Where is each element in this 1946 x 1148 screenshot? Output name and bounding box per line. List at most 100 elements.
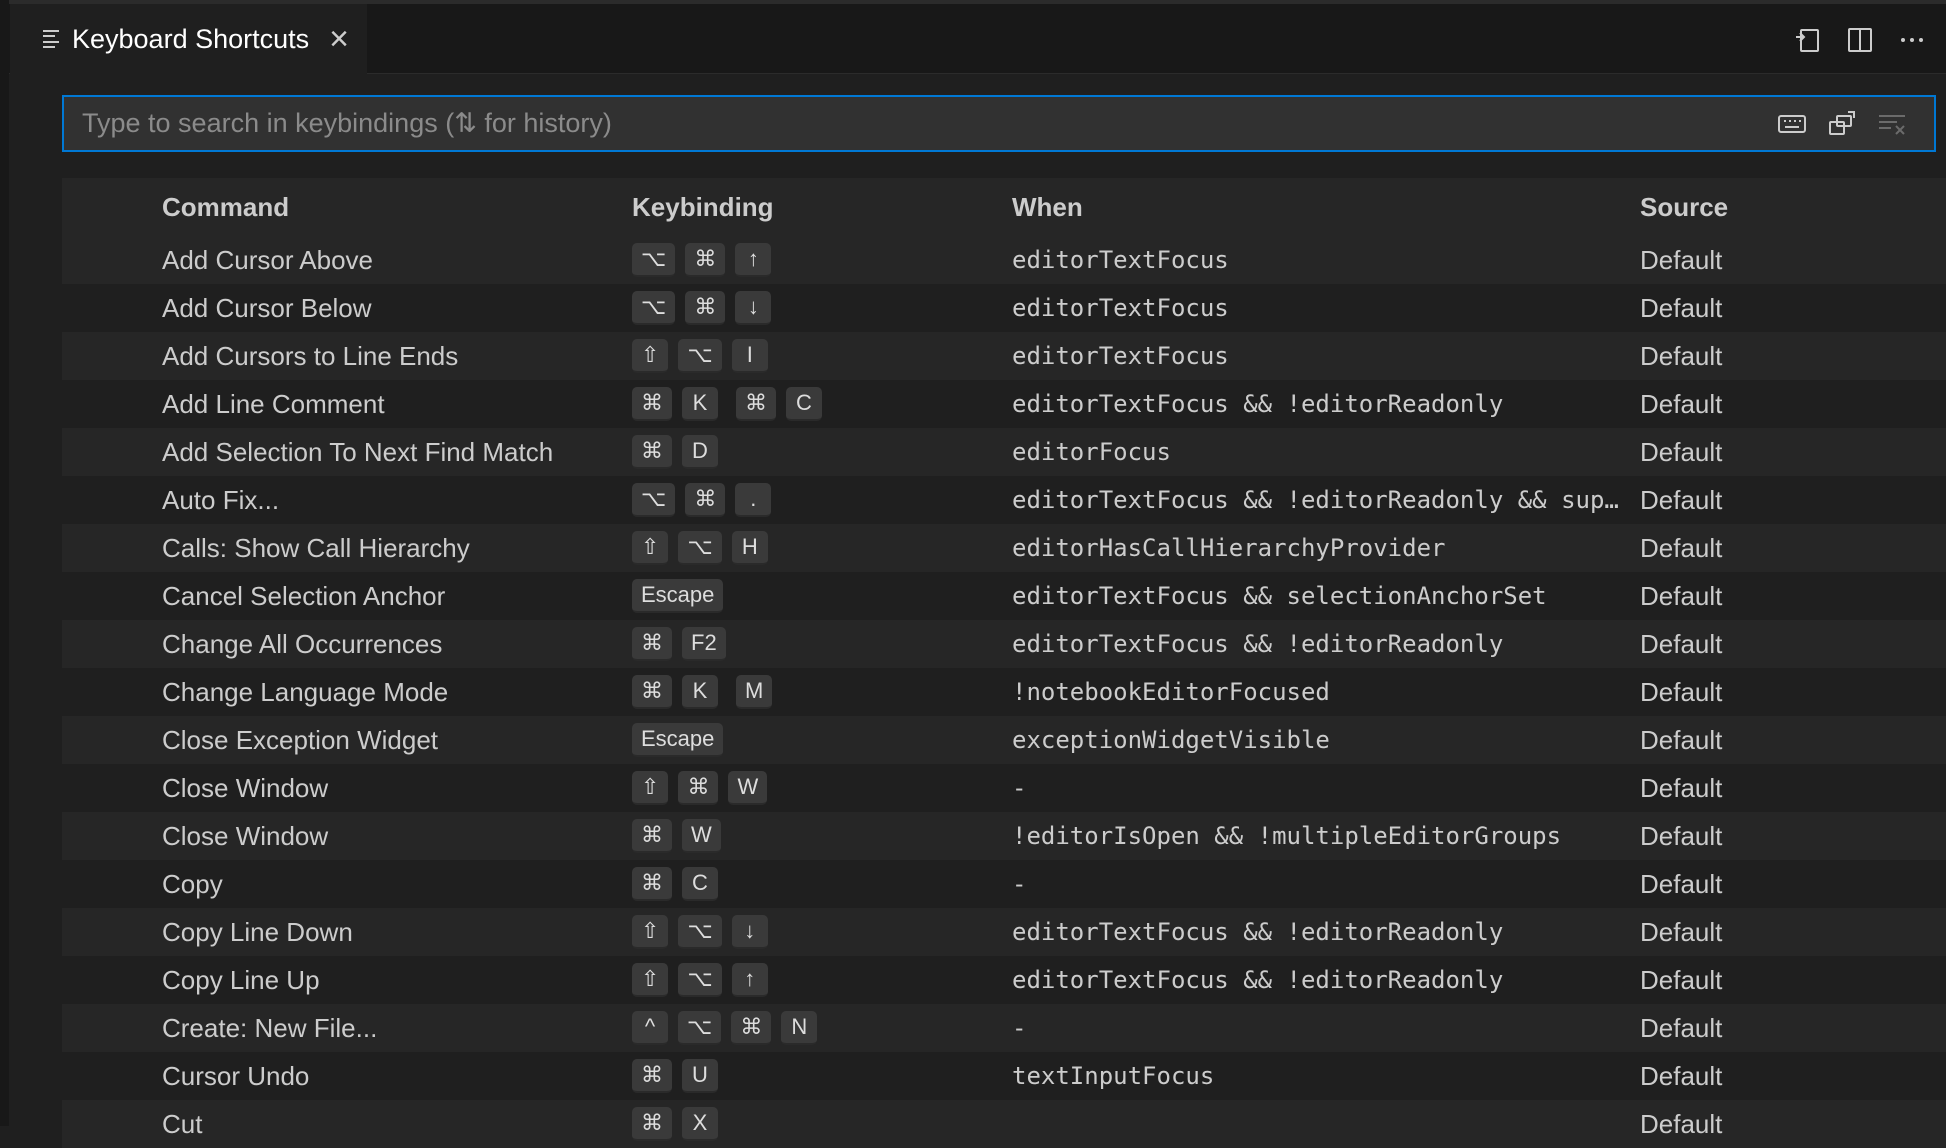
- table-row[interactable]: Change All Occurrences ⌘ F2 editorTextFocus…: [62, 620, 1946, 668]
- source-cell: Default: [1640, 532, 1723, 563]
- key-cap: Escape: [632, 579, 724, 613]
- source-cell: Default: [1640, 436, 1723, 467]
- table-row[interactable]: Copy ⌘ C - Default: [62, 860, 1946, 908]
- key-cap: ⌥: [678, 1011, 722, 1045]
- keybinding-cell: ⌘ K M: [632, 675, 1012, 709]
- when-cell: editorTextFocus: [1012, 342, 1229, 370]
- key-cap: ⌥: [632, 291, 676, 325]
- close-icon[interactable]: ×: [329, 22, 349, 56]
- command-cell: Add Cursor Below: [162, 292, 372, 323]
- key-cap: ⌥: [678, 915, 722, 949]
- when-cell: editorTextFocus && !editorReadonly: [1012, 918, 1504, 946]
- column-header-command[interactable]: Command: [62, 192, 632, 223]
- key-cap: K: [682, 675, 718, 709]
- source-cell: Default: [1640, 340, 1723, 371]
- table-row[interactable]: Create: New File... ^ ⌥ ⌘ N - Default: [62, 1004, 1946, 1052]
- command-cell: Copy: [162, 868, 223, 899]
- table-row[interactable]: Calls: Show Call Hierarchy ⇧ ⌥ HeditorHasCa…: [62, 524, 1946, 572]
- key-cap: ↑: [735, 243, 772, 277]
- tab-keyboard-shortcuts[interactable]: Keyboard Shortcuts ×: [10, 4, 367, 74]
- when-cell: textInputFocus: [1012, 1062, 1215, 1090]
- table-body: Add Cursor Above ⌥ ⌘ ↑ editorTextFocus Defaul…: [62, 236, 1946, 1148]
- source-cell: Default: [1640, 244, 1723, 275]
- table-row[interactable]: Add Cursor Below ⌥ ⌘ ↓ editorTextFocus Defaul…: [62, 284, 1946, 332]
- more-actions-icon[interactable]: [1896, 24, 1928, 56]
- open-json-icon[interactable]: [1792, 24, 1824, 56]
- clear-search-icon[interactable]: [1876, 108, 1908, 140]
- table-row[interactable]: Copy Line Up ⇧ ⌥ ↑ editorTextFocus && !edito…: [62, 956, 1946, 1004]
- keybinding-cell: ⌥ ⌘ ↓: [632, 291, 1012, 325]
- key-cap: K: [682, 387, 718, 421]
- table-row[interactable]: Close Window ⇧ ⌘ W - Default: [62, 764, 1946, 812]
- split-editor-icon[interactable]: [1844, 24, 1876, 56]
- key-cap: Escape: [632, 723, 724, 757]
- table-row[interactable]: Copy Line Down ⇧ ⌥ ↓ editorTextFocus && !edi…: [62, 908, 1946, 956]
- table-row[interactable]: Close Window ⌘ W !editorIsOpen && !multiple…: [62, 812, 1946, 860]
- command-cell: Cancel Selection Anchor: [162, 580, 446, 611]
- keybindings-table: Command Keybinding When Source Add Curso…: [62, 178, 1946, 1148]
- when-cell: -: [1012, 774, 1027, 802]
- source-cell: Default: [1640, 1060, 1723, 1091]
- command-cell: Close Window: [162, 820, 329, 851]
- command-cell: Calls: Show Call Hierarchy: [162, 532, 470, 563]
- keybinding-cell: ⌘ K ⌘ C: [632, 387, 1012, 421]
- when-cell: !notebookEditorFocused: [1012, 678, 1330, 706]
- key-cap: ⇧: [632, 963, 669, 997]
- key-cap: H: [731, 531, 768, 565]
- table-row[interactable]: Add Cursors to Line Ends ⇧ ⌥ IeditorTextFoc…: [62, 332, 1946, 380]
- keybinding-cell: ⌥ ⌘ ↑: [632, 243, 1012, 277]
- command-cell: Add Selection To Next Find Match: [162, 436, 554, 467]
- column-header-source[interactable]: Source: [1640, 192, 1946, 223]
- key-cap: ↓: [735, 291, 772, 325]
- table-row[interactable]: Add Cursor Above ⌥ ⌘ ↑ editorTextFocus Defaul…: [62, 236, 1946, 284]
- table-row[interactable]: Change Language Mode ⌘ K M !notebookEditorFo…: [62, 668, 1946, 716]
- table-row[interactable]: Close Exception Widget Escape exceptionWid…: [62, 716, 1946, 764]
- command-cell: Create: New File...: [162, 1012, 378, 1043]
- key-cap: D: [682, 435, 718, 469]
- editor-tab-bar: Keyboard Shortcuts ×: [9, 4, 1946, 74]
- source-cell: Default: [1640, 292, 1723, 323]
- key-cap: ⌥: [632, 483, 676, 517]
- source-cell: Default: [1640, 820, 1723, 851]
- keybinding-cell: ^ ⌥ ⌘ N: [632, 1011, 1012, 1045]
- key-cap: W: [728, 771, 768, 805]
- sort-by-precedence-icon[interactable]: [1826, 108, 1858, 140]
- record-keys-icon[interactable]: [1776, 108, 1808, 140]
- when-cell: editorTextFocus && !editorReadonly: [1012, 966, 1504, 994]
- table-row[interactable]: Auto Fix... ⌥ ⌘. editorTextFocus && !editor…: [62, 476, 1946, 524]
- editor-toolbar: [1792, 24, 1928, 56]
- source-cell: Default: [1640, 676, 1723, 707]
- when-cell: editorFocus: [1012, 438, 1171, 466]
- command-cell: Close Window: [162, 772, 329, 803]
- source-cell: Default: [1640, 724, 1723, 755]
- source-cell: Default: [1640, 580, 1723, 611]
- table-row[interactable]: Cursor Undo ⌘ UtextInputFocus Default: [62, 1052, 1946, 1100]
- key-cap: C: [786, 387, 822, 421]
- key-cap: ⌘: [632, 819, 672, 853]
- key-cap: X: [682, 1107, 718, 1141]
- key-cap: U: [682, 1059, 718, 1093]
- table-row[interactable]: Add Line Comment ⌘ K ⌘ CeditorTextFocus && !…: [62, 380, 1946, 428]
- key-cap: ↓: [731, 915, 768, 949]
- column-header-when[interactable]: When: [1012, 192, 1640, 223]
- source-cell: Default: [1640, 484, 1723, 515]
- table-row[interactable]: Cancel Selection Anchor Escape editorTextF…: [62, 572, 1946, 620]
- key-cap: ↑: [731, 963, 768, 997]
- search-actions: [1776, 108, 1908, 140]
- keybinding-cell: ⌘ F2: [632, 627, 1012, 661]
- when-cell: -: [1012, 870, 1027, 898]
- keybinding-cell: Escape: [632, 579, 1012, 613]
- key-cap: ⌘: [632, 435, 672, 469]
- tab-title: Keyboard Shortcuts: [72, 23, 310, 54]
- keybinding-cell: ⌥ ⌘.: [632, 483, 1012, 517]
- table-row[interactable]: Add Selection To Next Find Match ⌘ Deditor…: [62, 428, 1946, 476]
- table-row[interactable]: Cut ⌘ X Default: [62, 1100, 1946, 1148]
- column-header-keybinding[interactable]: Keybinding: [632, 192, 1012, 223]
- key-cap: ⌘: [685, 483, 726, 517]
- key-cap: ⌘: [685, 243, 726, 277]
- key-cap: ⇧: [632, 915, 669, 949]
- key-cap: I: [731, 339, 768, 373]
- keybinding-cell: ⇧ ⌥ ↓: [632, 915, 1012, 949]
- table-header: Command Keybinding When Source: [62, 178, 1946, 236]
- search-input[interactable]: [64, 96, 1776, 151]
